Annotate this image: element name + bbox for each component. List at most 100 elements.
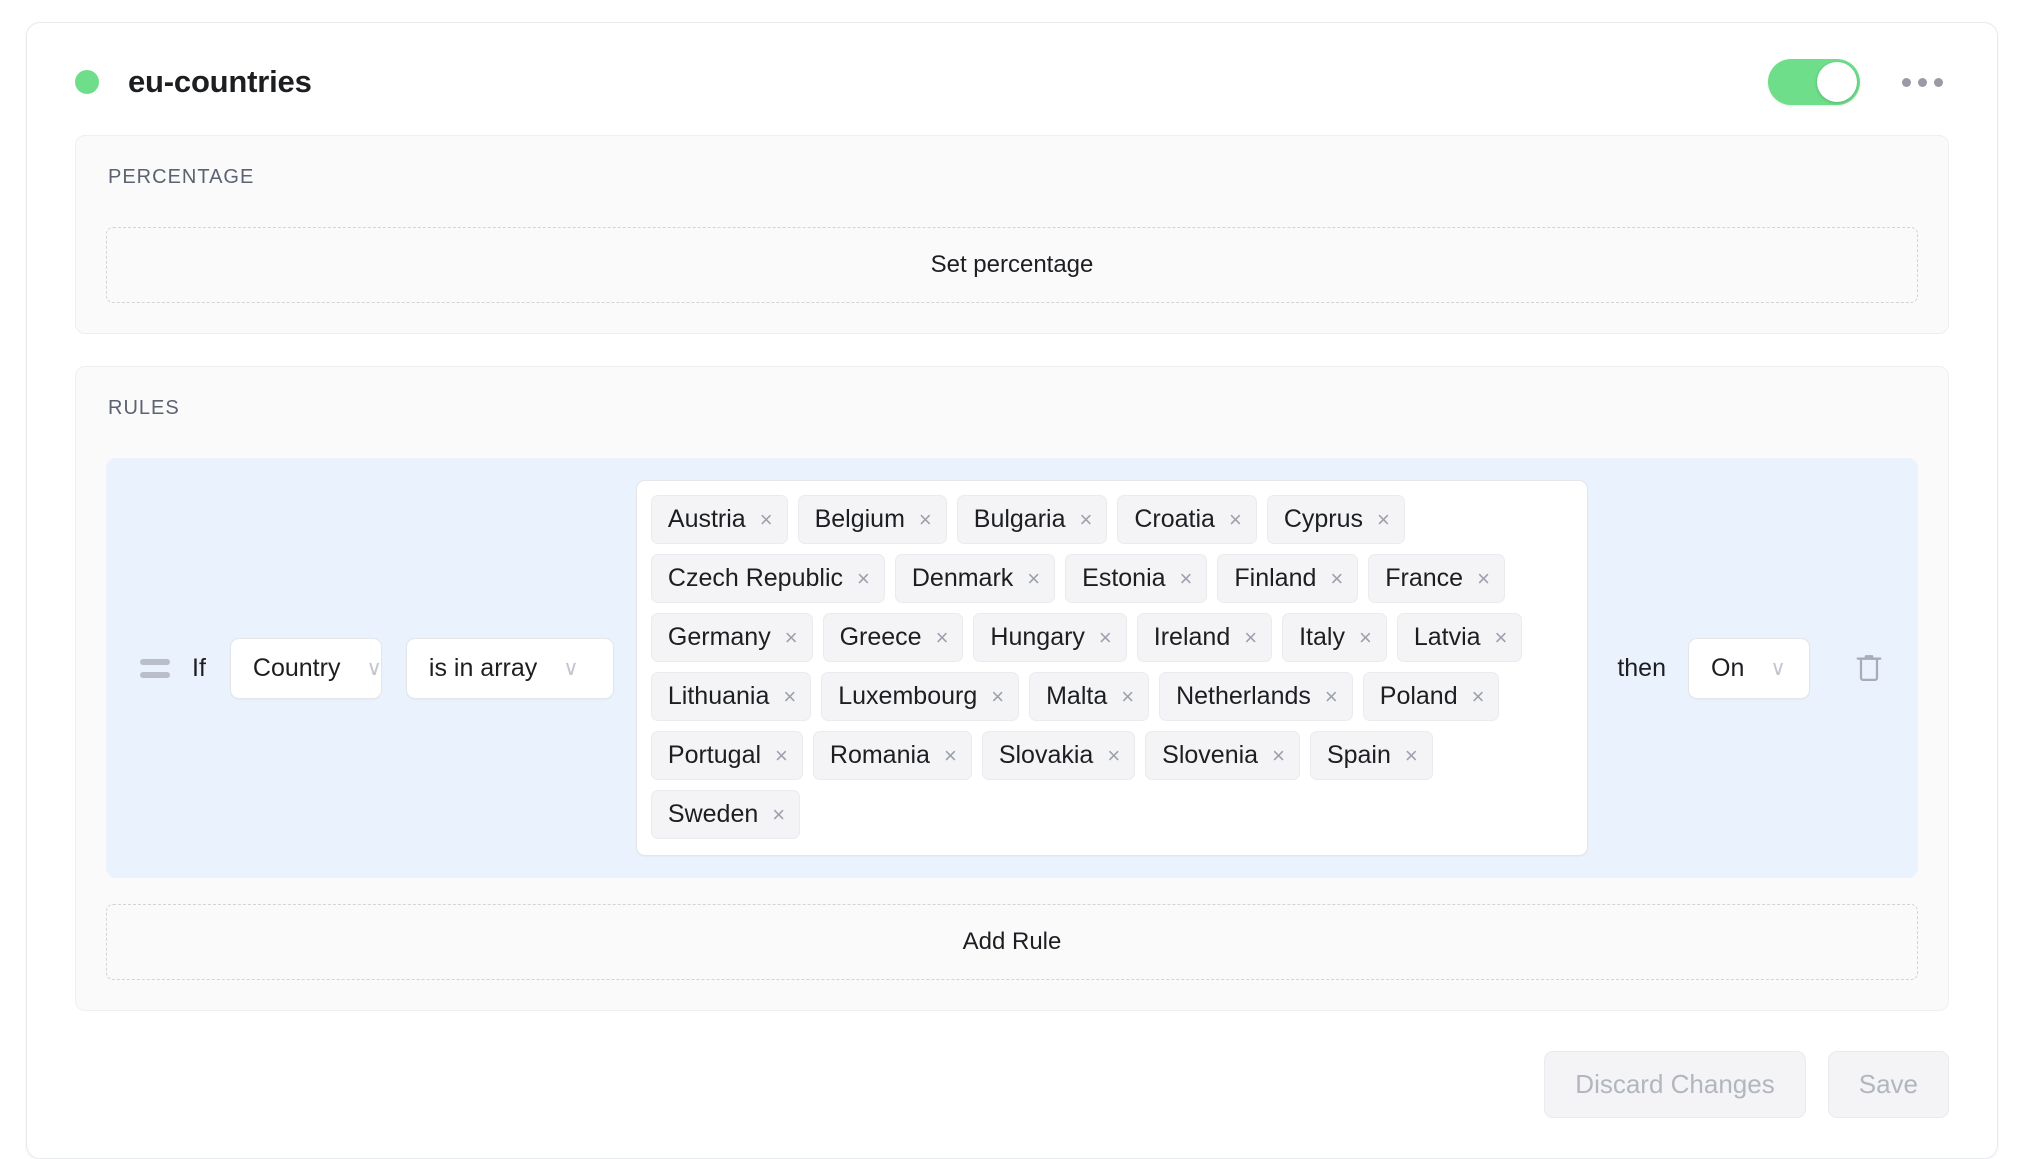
value-tag: Estonia × bbox=[1065, 554, 1207, 603]
remove-tag-icon[interactable]: × bbox=[991, 686, 1004, 708]
value-tag: Sweden × bbox=[651, 790, 800, 839]
ellipsis-dot bbox=[1934, 78, 1943, 87]
value-tag: Bulgaria× bbox=[957, 495, 1108, 544]
panel-footer: Discard Changes Save bbox=[27, 1043, 1997, 1148]
set-percentage-button[interactable]: Set percentage bbox=[106, 227, 1918, 303]
remove-tag-icon[interactable]: × bbox=[783, 686, 796, 708]
remove-tag-icon[interactable]: × bbox=[1477, 568, 1490, 590]
value-tag: Greece× bbox=[823, 613, 964, 662]
remove-tag-icon[interactable]: × bbox=[785, 627, 798, 649]
percentage-section-label: PERCENTAGE bbox=[108, 166, 1918, 189]
value-tag: Ireland × bbox=[1137, 613, 1272, 662]
remove-tag-icon[interactable]: × bbox=[1180, 568, 1193, 590]
remove-tag-icon[interactable]: × bbox=[1359, 627, 1372, 649]
value-tag: Croatia × bbox=[1117, 495, 1256, 544]
rule-row: If Country ∨ is in array ∨ Austria × Belgi… bbox=[106, 458, 1918, 878]
value-tag-label: Ireland bbox=[1154, 623, 1230, 652]
value-tag-label: Hungary bbox=[990, 623, 1085, 652]
remove-tag-icon[interactable]: × bbox=[1107, 745, 1120, 767]
feature-flag-panel: eu-countries PERCENTAGE Set percentage R… bbox=[26, 22, 1998, 1159]
value-tag-label: Slovenia bbox=[1162, 741, 1258, 770]
rule-operator-value: is in array bbox=[429, 654, 537, 683]
remove-tag-icon[interactable]: × bbox=[936, 627, 949, 649]
remove-tag-icon[interactable]: × bbox=[1495, 627, 1508, 649]
value-tag-label: Croatia bbox=[1134, 505, 1215, 534]
enable-toggle[interactable] bbox=[1768, 59, 1860, 105]
drag-handle-bar bbox=[140, 659, 170, 665]
value-tag: Slovakia× bbox=[982, 731, 1135, 780]
value-tag-label: Estonia bbox=[1082, 564, 1165, 593]
drag-handle-icon[interactable] bbox=[140, 659, 170, 678]
remove-tag-icon[interactable]: × bbox=[1330, 568, 1343, 590]
value-tag-label: France bbox=[1385, 564, 1463, 593]
value-tag: Portugal× bbox=[651, 731, 803, 780]
ellipsis-dot bbox=[1918, 78, 1927, 87]
value-tag-label: Latvia bbox=[1414, 623, 1481, 652]
value-tag: Czech Republic × bbox=[651, 554, 885, 603]
remove-tag-icon[interactable]: × bbox=[1121, 686, 1134, 708]
value-tag-label: Austria bbox=[668, 505, 746, 534]
remove-tag-icon[interactable]: × bbox=[1405, 745, 1418, 767]
remove-tag-icon[interactable]: × bbox=[857, 568, 870, 590]
value-tag: France × bbox=[1368, 554, 1505, 603]
value-tag: Belgium× bbox=[798, 495, 947, 544]
save-button[interactable]: Save bbox=[1828, 1051, 1949, 1118]
value-tag-label: Romania bbox=[830, 741, 930, 770]
value-tag-label: Lithuania bbox=[668, 682, 769, 711]
value-tag-label: Czech Republic bbox=[668, 564, 843, 593]
value-tag: Malta × bbox=[1029, 672, 1149, 721]
rules-section-label: RULES bbox=[108, 397, 1918, 420]
remove-tag-icon[interactable]: × bbox=[1272, 745, 1285, 767]
drag-handle-bar bbox=[140, 672, 170, 678]
value-tag-label: Luxembourg bbox=[838, 682, 977, 711]
value-tag-label: Netherlands bbox=[1176, 682, 1311, 711]
rule-values-multiselect[interactable]: Austria × Belgium×Bulgaria× Croatia × Cyprus ×… bbox=[636, 480, 1588, 856]
panel-header: eu-countries bbox=[27, 23, 1997, 135]
remove-tag-icon[interactable]: × bbox=[1244, 627, 1257, 649]
value-tag: Slovenia × bbox=[1145, 731, 1300, 780]
value-tag: Spain × bbox=[1310, 731, 1433, 780]
value-tag: Romania × bbox=[813, 731, 972, 780]
rule-field-select[interactable]: Country ∨ bbox=[230, 638, 382, 699]
chevron-down-icon: ∨ bbox=[563, 658, 578, 679]
remove-tag-icon[interactable]: × bbox=[1027, 568, 1040, 590]
chevron-down-icon: ∨ bbox=[1770, 658, 1785, 679]
remove-tag-icon[interactable]: × bbox=[775, 745, 788, 767]
value-tag-label: Denmark bbox=[912, 564, 1013, 593]
remove-tag-icon[interactable]: × bbox=[1377, 509, 1390, 531]
value-tag: Lithuania × bbox=[651, 672, 811, 721]
remove-tag-icon[interactable]: × bbox=[772, 804, 785, 826]
remove-tag-icon[interactable]: × bbox=[1472, 686, 1485, 708]
value-tag: Poland× bbox=[1363, 672, 1500, 721]
remove-tag-icon[interactable]: × bbox=[944, 745, 957, 767]
value-tag: Finland× bbox=[1217, 554, 1358, 603]
page-title: eu-countries bbox=[128, 64, 312, 100]
percentage-section: PERCENTAGE Set percentage bbox=[75, 135, 1949, 334]
remove-tag-icon[interactable]: × bbox=[1325, 686, 1338, 708]
rule-field-value: Country bbox=[253, 654, 341, 683]
remove-tag-icon[interactable]: × bbox=[1099, 627, 1112, 649]
remove-tag-icon[interactable]: × bbox=[919, 509, 932, 531]
value-tag-label: Sweden bbox=[668, 800, 758, 829]
app-screen: eu-countries PERCENTAGE Set percentage R… bbox=[0, 0, 2024, 1128]
rule-result-select[interactable]: On ∨ bbox=[1688, 638, 1810, 699]
value-tag-label: Malta bbox=[1046, 682, 1107, 711]
discard-changes-button[interactable]: Discard Changes bbox=[1544, 1051, 1805, 1118]
value-tag: Hungary × bbox=[973, 613, 1126, 662]
if-label: If bbox=[192, 654, 206, 683]
add-rule-button[interactable]: Add Rule bbox=[106, 904, 1918, 980]
value-tag: Denmark × bbox=[895, 554, 1055, 603]
ellipsis-icon[interactable] bbox=[1896, 68, 1949, 97]
trash-icon[interactable] bbox=[1846, 643, 1892, 693]
value-tag-label: Germany bbox=[668, 623, 771, 652]
rule-result-value: On bbox=[1711, 654, 1744, 683]
remove-tag-icon[interactable]: × bbox=[1080, 509, 1093, 531]
remove-tag-icon[interactable]: × bbox=[1229, 509, 1242, 531]
ellipsis-dot bbox=[1902, 78, 1911, 87]
rule-operator-select[interactable]: is in array ∨ bbox=[406, 638, 614, 699]
remove-tag-icon[interactable]: × bbox=[760, 509, 773, 531]
value-tag-label: Spain bbox=[1327, 741, 1391, 770]
rule-result-group: then On ∨ bbox=[1617, 638, 1892, 699]
value-tag-label: Cyprus bbox=[1284, 505, 1363, 534]
toggle-knob bbox=[1817, 62, 1857, 102]
